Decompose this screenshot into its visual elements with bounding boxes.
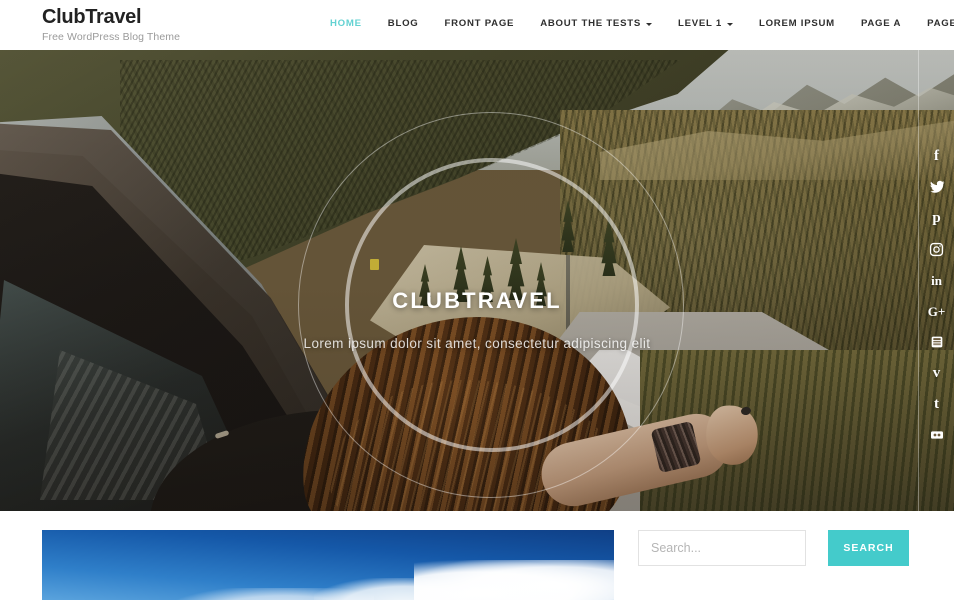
hero-subtitle: Lorem ipsum dolor sit amet, consectetur …: [303, 336, 651, 351]
nav-item-front-page[interactable]: FRONT PAGE: [445, 18, 515, 29]
chevron-down-icon: [726, 23, 733, 26]
pinterest-icon[interactable]: p: [927, 208, 947, 228]
facebook-icon[interactable]: f: [927, 146, 947, 166]
chevron-down-icon: [645, 23, 652, 26]
nav-item-lorem-ipsum[interactable]: LOREM IPSUM: [759, 18, 835, 29]
nav-item-label: FRONT PAGE: [444, 18, 515, 29]
nav-item-label: PAGE B: [927, 18, 954, 29]
cloud-shape: [414, 560, 614, 600]
hero-banner: CLUBTRAVEL Lorem ipsum dolor sit amet, c…: [0, 50, 954, 511]
primary-navigation: HOME BLOG FRONT PAGE ABOUT THE TESTS LEVEL 1…: [330, 18, 954, 29]
google-plus-icon[interactable]: G+: [927, 301, 947, 321]
facebook-icon-glyph: f: [934, 147, 939, 164]
nav-item-label: HOME: [330, 18, 362, 29]
google-plus-icon-glyph: G+: [927, 303, 946, 319]
search-widget: SEARCH: [638, 530, 909, 566]
social-links-sidebar: f p in G+ v t: [918, 50, 954, 511]
hero-title: CLUBTRAVEL: [392, 288, 562, 313]
site-title[interactable]: ClubTravel: [42, 7, 300, 28]
flickr-icon[interactable]: [927, 425, 947, 445]
site-header: ClubTravel Free WordPress Blog Theme HOM…: [0, 0, 954, 50]
post-featured-image[interactable]: [42, 530, 614, 600]
content-area: SEARCH: [0, 511, 954, 600]
instagram-icon[interactable]: [927, 239, 947, 259]
nav-item-level-1[interactable]: LEVEL 1: [678, 18, 733, 29]
twitter-icon[interactable]: [927, 177, 947, 197]
nav-item-home[interactable]: HOME: [330, 18, 362, 29]
nav-item-label: ABOUT THE TESTS: [540, 18, 641, 29]
linkedin-icon-glyph: in: [931, 272, 942, 288]
nav-item-about-the-tests[interactable]: ABOUT THE TESTS: [540, 18, 652, 29]
linkedin-icon[interactable]: in: [927, 270, 947, 290]
nav-item-label: PAGE A: [860, 18, 902, 29]
nav-item-label: LEVEL 1: [677, 18, 722, 29]
search-button[interactable]: SEARCH: [828, 530, 909, 566]
content-inner: SEARCH: [42, 530, 912, 600]
nav-item-blog[interactable]: BLOG: [388, 18, 419, 29]
tumblr-icon[interactable]: t: [927, 394, 947, 414]
nav-item-page-a[interactable]: PAGE A: [861, 18, 901, 29]
search-input[interactable]: [638, 530, 806, 566]
site-tagline: Free WordPress Blog Theme: [42, 31, 181, 43]
nav-item-label: LOREM IPSUM: [758, 18, 835, 29]
pinterest-icon-glyph: p: [932, 209, 941, 226]
hero-caption: CLUBTRAVEL Lorem ipsum dolor sit amet, c…: [0, 288, 954, 351]
vimeo-icon-glyph: v: [932, 364, 941, 381]
nav-item-label: BLOG: [387, 18, 419, 29]
vimeo-icon[interactable]: v: [927, 363, 947, 383]
tumblr-icon-glyph: t: [934, 395, 939, 412]
site-branding[interactable]: ClubTravel Free WordPress Blog Theme: [0, 0, 300, 44]
nav-item-page-b[interactable]: PAGE B: [927, 18, 954, 29]
youtube-icon[interactable]: [927, 332, 947, 352]
